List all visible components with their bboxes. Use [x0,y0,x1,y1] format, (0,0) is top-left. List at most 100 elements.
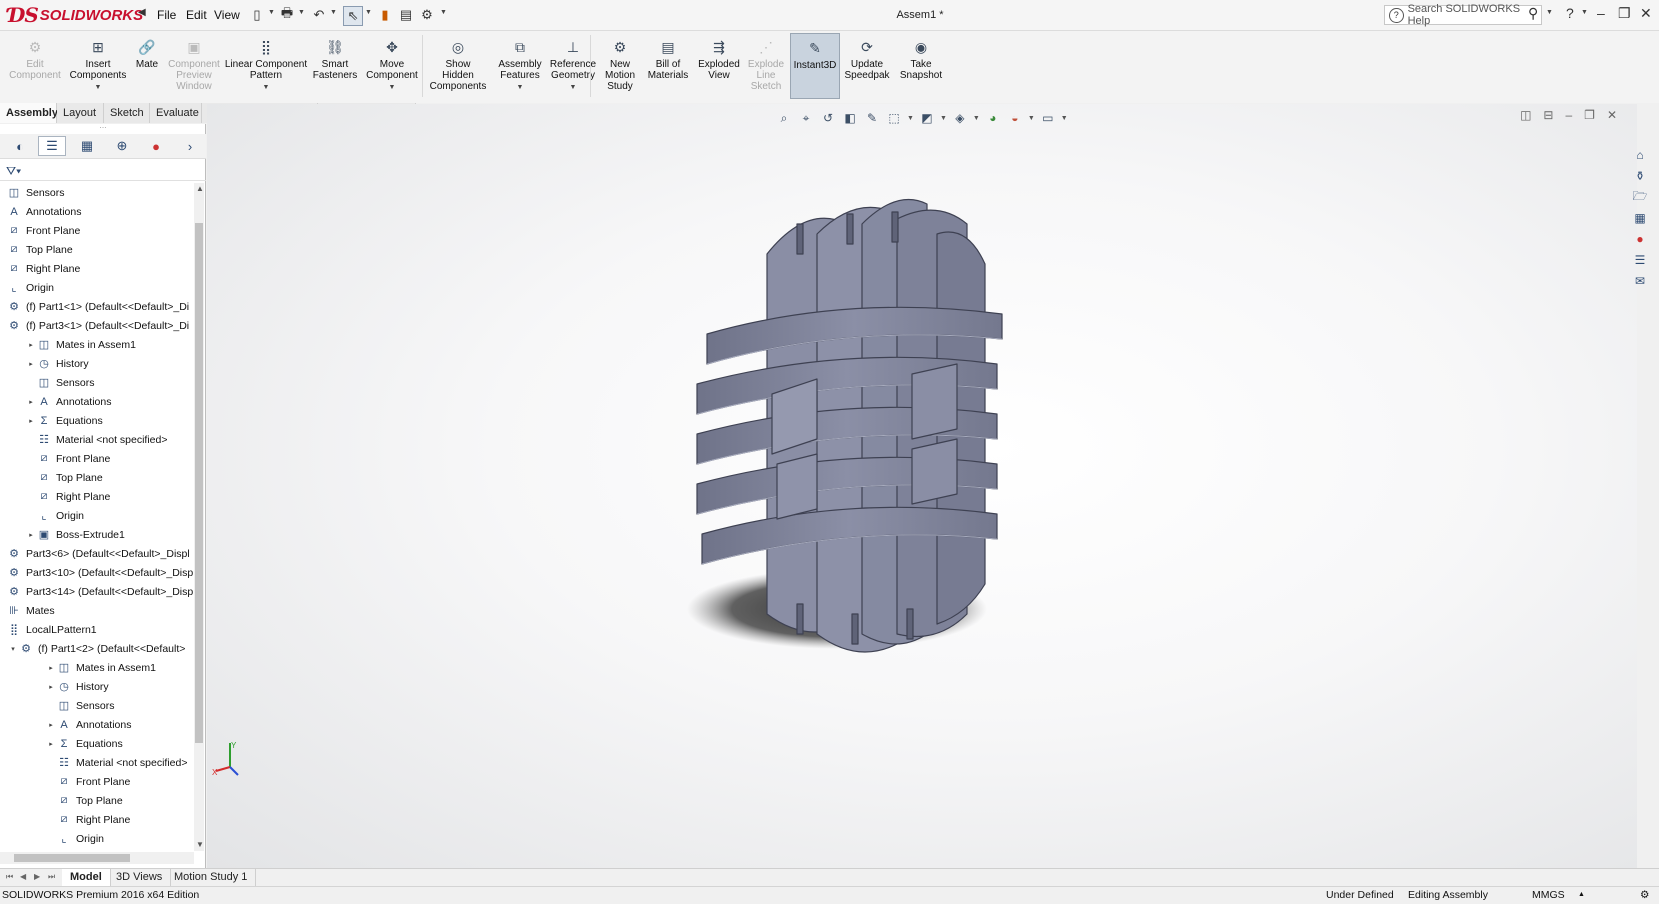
tree-node[interactable]: ⧄ Right Plane [6,259,81,278]
prev-tab-arrow-icon[interactable]: ◀ [20,872,26,881]
mate-button[interactable]: 🔗 Mate [130,33,164,99]
tree-node[interactable]: ▾ ⚙ (f) Part1<2> (Default<<Default> [8,639,185,658]
tab-motion-study-1[interactable]: Motion Study 1 [166,869,257,886]
bill-of-materials-button[interactable]: ▤ Bill of Materials [642,33,694,99]
tree-node[interactable]: ▸ ◫ Mates in Assem1 [46,658,156,677]
tree-node[interactable]: ⌞ Origin [26,506,84,525]
display-pane-icon[interactable]: ◐ [6,136,34,156]
appearance-manager-tab-icon[interactable]: ● [142,136,170,156]
tree-horizontal-scroll-thumb[interactable] [14,854,130,862]
next-tab-arrow-icon[interactable]: ▶ [34,872,40,881]
tree-expander-icon[interactable]: ▸ [26,417,36,425]
tree-expander-icon[interactable]: ▸ [26,341,36,349]
scene-dropdown-icon[interactable]: ▼ [1028,115,1035,122]
file-explorer-icon[interactable]: 🗁 [1630,188,1650,206]
tree-node[interactable]: ⚙ Part3<6> (Default<<Default>_Displ [6,544,190,563]
appearances-scenes-icon[interactable]: ● [1630,230,1650,248]
close-window-icon[interactable]: ✕ [1640,5,1652,22]
tree-node[interactable]: ⚙ Part3<10> (Default<<Default>_Disp [6,563,193,582]
custom-properties-icon[interactable]: ☰ [1630,251,1650,269]
reference-geometry-dropdown-icon[interactable]: ▼ [570,82,577,93]
tree-node[interactable]: ▸ ▣ Boss-Extrude1 [26,525,125,544]
tab-model[interactable]: Model [62,869,111,886]
reference-geometry-button[interactable]: ⊥ Reference Geometry ▼ [546,33,600,99]
tree-node[interactable]: ◫ Sensors [46,696,115,715]
assembly-model[interactable] [667,164,1087,704]
help-icon[interactable]: ? [1566,5,1574,21]
insert-components-button[interactable]: ⊞ Insert Components ▼ [66,33,130,99]
tree-node[interactable]: A Annotations [6,202,81,221]
show-hidden-components-button[interactable]: ◎ Show Hidden Components [426,33,490,99]
tree-node[interactable]: ⚙ Part3<14> (Default<<Default>_Disp [6,582,193,601]
tree-vertical-scrollbar[interactable] [194,183,204,851]
tree-node[interactable]: ▸ Σ Equations [46,734,122,753]
previous-view-icon[interactable]: ↺ [819,109,837,127]
dynamic-annotation-icon[interactable]: ✎ [863,109,881,127]
tree-node[interactable]: ⚙ (f) Part3<1> (Default<<Default>_Di [6,316,189,335]
tree-node[interactable]: ⧄ Front Plane [46,772,131,791]
view-settings-dropdown-icon[interactable]: ▼ [1061,115,1068,122]
instant3d-button[interactable]: ✎ Instant3D [790,33,840,99]
feature-manager-tab-icon[interactable]: ☰ [38,136,66,156]
tree-expander-icon[interactable]: ▸ [46,740,56,748]
viewport-close-icon[interactable]: ✕ [1607,108,1617,122]
tree-node[interactable]: ▸ A Annotations [26,392,111,411]
zoom-to-area-icon[interactable]: ⌖ [797,109,815,127]
tree-node[interactable]: ☷ Material <not specified> [26,430,167,449]
tree-node[interactable]: ⚙ (f) Part1<1> (Default<<Default>_Di [6,297,189,316]
tree-node[interactable]: ⊪ Mates [6,601,54,620]
apply-scene-icon[interactable]: ◒ [1006,109,1024,127]
assembly-features-dropdown-icon[interactable]: ▼ [517,82,524,93]
magnifier-icon[interactable]: ⚲ [1528,5,1538,22]
component-preview-window-button[interactable]: ▣ Component Preview Window [164,33,224,99]
tree-expander-icon[interactable]: ▸ [26,531,36,539]
property-manager-tab-icon[interactable]: ▦ [73,136,101,156]
scroll-down-arrow-icon[interactable]: ▼ [196,840,204,849]
tree-node[interactable]: ⧄ Top Plane [46,791,123,810]
zoom-to-fit-icon[interactable]: ⌕ [775,109,793,127]
tree-node[interactable]: ▸ Σ Equations [26,411,102,430]
tree-node[interactable]: ▸ ◷ History [26,354,88,373]
tree-expander-icon[interactable]: ▸ [46,683,56,691]
tree-node[interactable]: ⧄ Top Plane [6,240,73,259]
customize-status-icon[interactable]: ⚙ [1640,889,1649,901]
view-palette-icon[interactable]: ▦ [1630,209,1650,227]
tree-expander-icon[interactable]: ▸ [26,398,36,406]
tab-assembly[interactable]: Assembly [0,103,58,123]
exploded-view-button[interactable]: ⇶ Exploded View [694,33,744,99]
tree-node[interactable]: ☷ Material <not specified> [46,753,187,772]
view-orientation-icon[interactable]: ⬚ [885,109,903,127]
scroll-up-arrow-icon[interactable]: ▲ [196,184,204,193]
display-style-dropdown-icon[interactable]: ▼ [940,115,947,122]
new-motion-study-button[interactable]: ⚙ New Motion Study [600,33,640,99]
insert-components-dropdown-icon[interactable]: ▼ [95,82,102,93]
hide-show-dropdown-icon[interactable]: ▼ [973,115,980,122]
linear-component-pattern-dropdown-icon[interactable]: ▼ [263,82,270,93]
edit-component-button[interactable]: ⚙ Edit Component [4,33,66,99]
tab-3d-views[interactable]: 3D Views [108,869,172,886]
tree-node[interactable]: ▸ ◫ Mates in Assem1 [26,335,136,354]
tree-vertical-scroll-thumb[interactable] [195,223,203,743]
tree-node[interactable]: ⧄ Right Plane [46,810,131,829]
viewport-restore-icon[interactable]: ❐ [1584,108,1595,122]
tab-layout[interactable]: Layout [57,103,104,123]
units-dropdown-icon[interactable]: ▲ [1578,891,1585,898]
section-view-icon[interactable]: ◧ [841,109,859,127]
tree-node[interactable]: ◫ Sensors [26,373,95,392]
last-tab-arrow-icon[interactable]: ⏭ [48,872,55,882]
tree-node[interactable]: ◫ Sensors [6,183,65,202]
tree-node[interactable]: ⧄ Right Plane [26,487,111,506]
edit-appearance-icon[interactable]: ◕ [984,109,1002,127]
display-style-icon[interactable]: ◩ [918,109,936,127]
graphics-area[interactable]: ⌕ ⌖ ↺ ◧ ✎ ⬚ ▼ ◩ ▼ ◈ ▼ ◕ ◒ ▼ ▭ ▼ ◫ ⊟ – ❐ … [207,104,1637,868]
tab-sketch[interactable]: Sketch [104,103,150,123]
design-library-icon[interactable]: ⚱ [1630,167,1650,185]
tab-evaluate[interactable]: Evaluate [150,103,202,123]
linear-component-pattern-button[interactable]: ⣿ Linear Component Pattern ▼ [224,33,308,99]
filter-icon[interactable]: ⛛▾ [6,164,21,179]
units-selector[interactable]: MMGS [1532,889,1565,901]
search-dropdown-icon[interactable]: ▼ [1546,9,1553,16]
first-tab-arrow-icon[interactable]: ⏮ [6,872,13,882]
tree-node[interactable]: ▸ ◷ History [46,677,108,696]
tree-expander-icon[interactable]: ▸ [46,721,56,729]
